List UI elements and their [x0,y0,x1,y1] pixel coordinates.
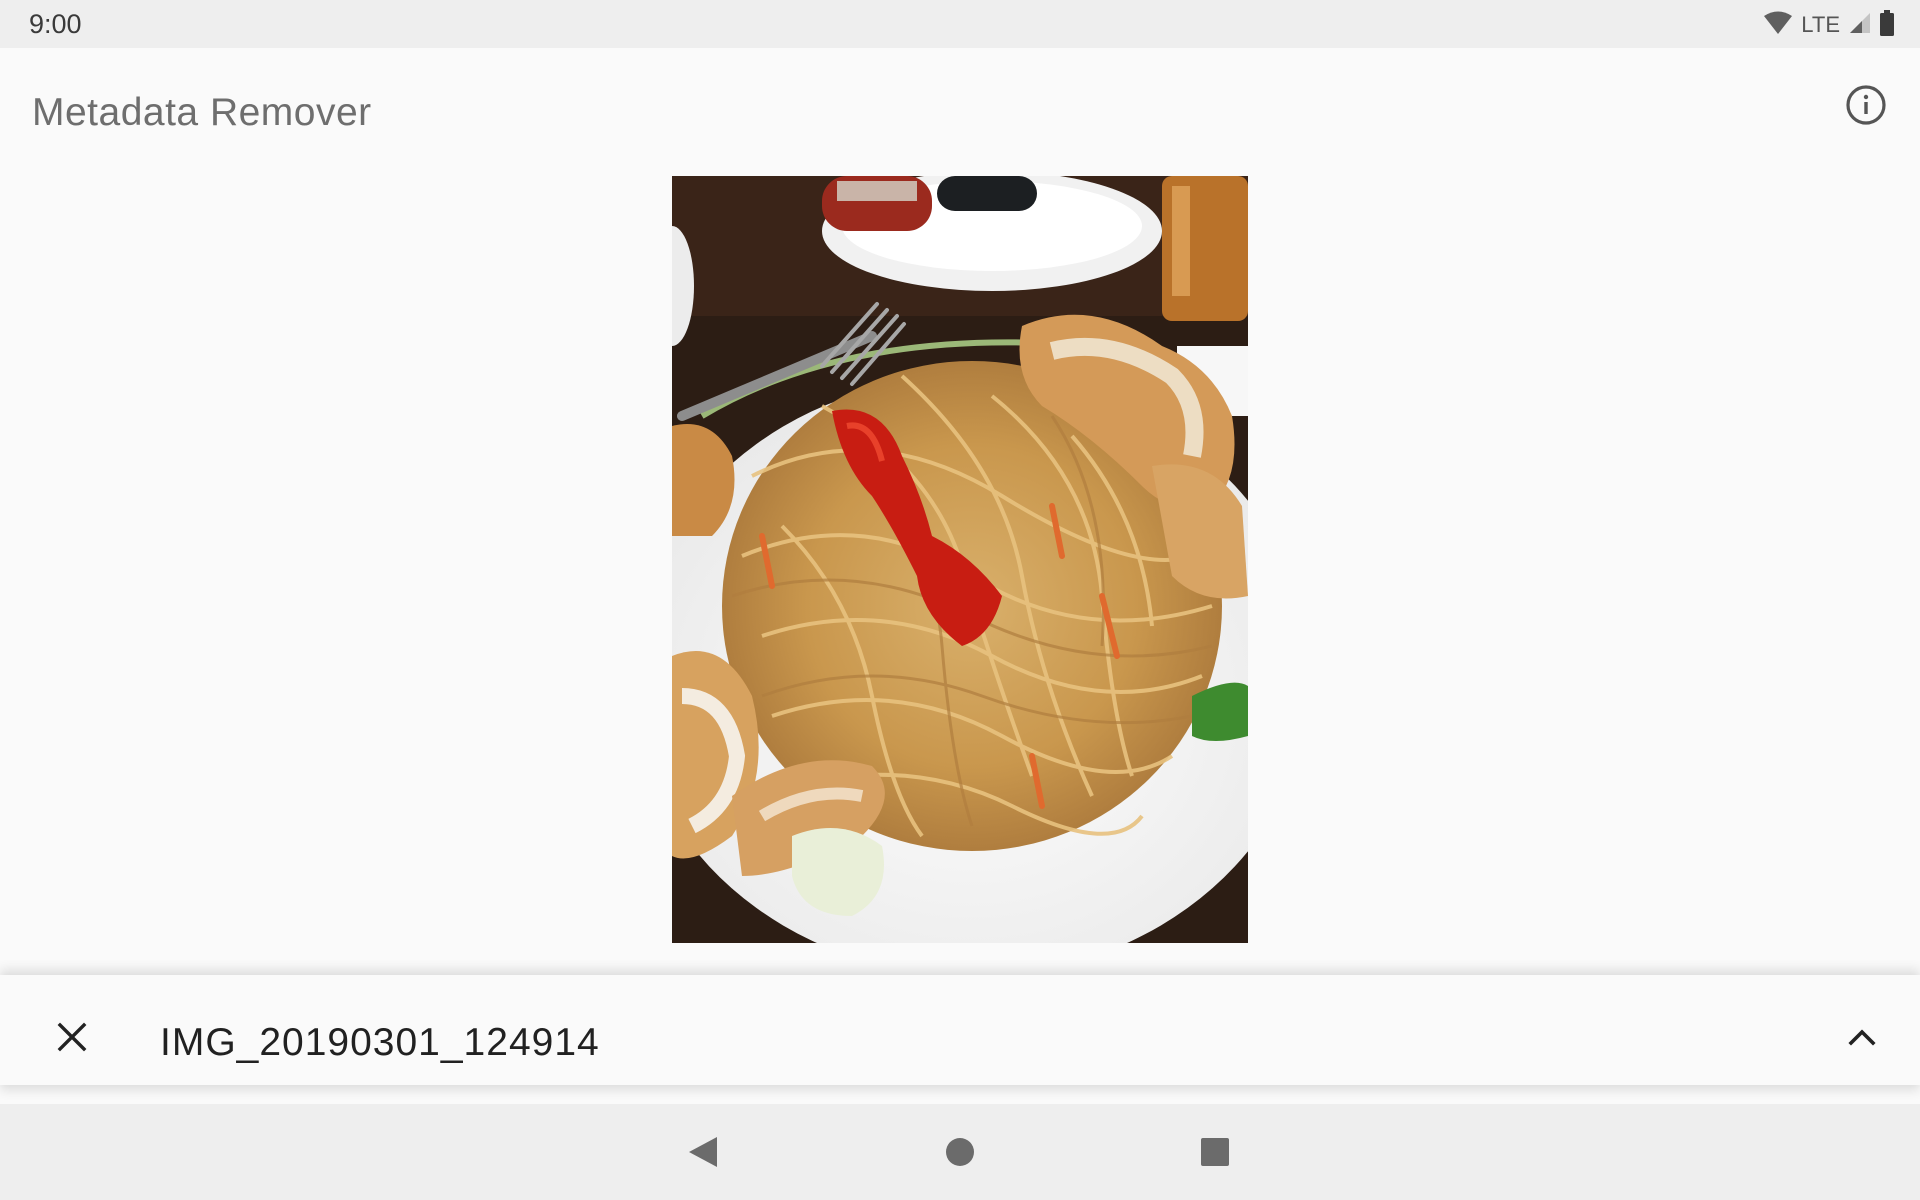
close-button[interactable] [50,1015,94,1059]
cell-signal-icon [1848,11,1872,40]
home-button[interactable] [936,1128,984,1176]
navigation-bar [0,1104,1920,1200]
bottom-sheet: IMG_20190301_124914 [0,975,1920,1085]
battery-icon [1878,9,1896,41]
expand-button[interactable] [1840,1015,1884,1059]
image-preview [672,176,1248,943]
file-name: IMG_20190301_124914 [160,1021,600,1064]
info-icon [1846,85,1886,125]
info-button[interactable] [1844,83,1888,127]
back-icon [689,1137,717,1167]
network-type-label: LTE [1801,12,1840,37]
status-bar: 9:00 LTE [0,0,1920,48]
close-icon [57,1022,87,1052]
app-bar: Metadata Remover [0,48,1920,178]
chevron-up-icon [1848,1029,1876,1046]
home-icon [946,1138,974,1166]
status-icons: LTE [1763,9,1896,41]
status-time: 9:00 [29,9,82,39]
back-button[interactable] [679,1128,727,1176]
wifi-icon [1763,11,1793,40]
app-title: Metadata Remover [32,91,372,134]
recents-icon [1201,1138,1229,1166]
recents-button[interactable] [1191,1128,1239,1176]
